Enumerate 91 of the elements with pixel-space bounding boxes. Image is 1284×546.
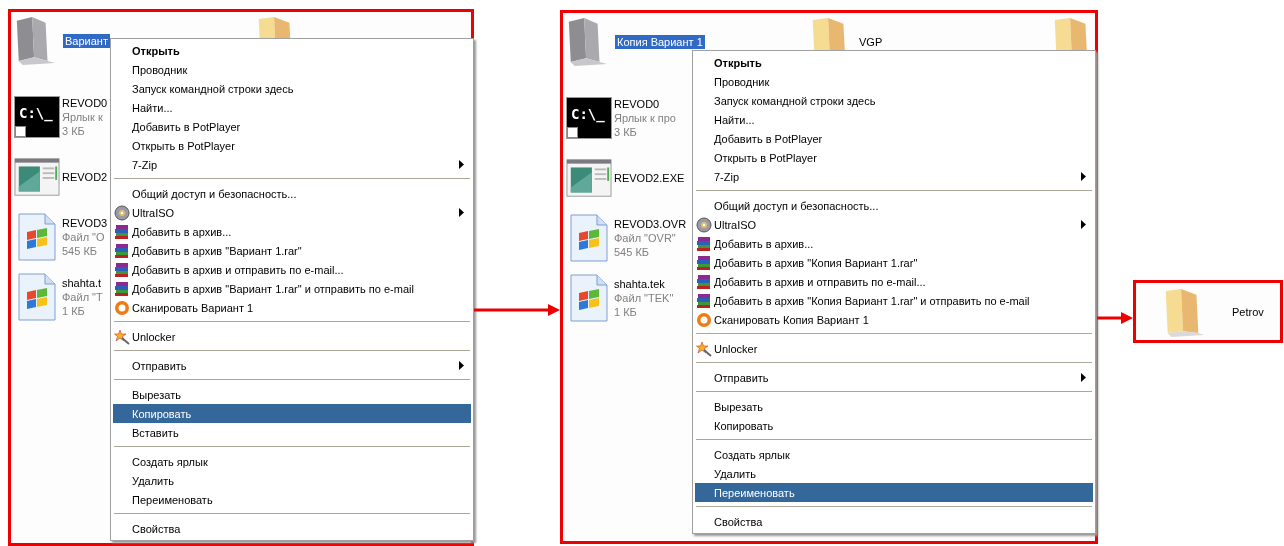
menu-item[interactable]: Запуск командной строки здесь: [695, 91, 1093, 110]
menu-item[interactable]: Общий доступ и безопасность...: [113, 184, 471, 203]
menu-item[interactable]: UltraISO: [113, 203, 471, 222]
books-icon: [696, 292, 712, 309]
menu-item[interactable]: Копировать: [695, 416, 1093, 435]
menu-item[interactable]: Удалить: [695, 464, 1093, 483]
menu-item[interactable]: Создать ярлык: [113, 452, 471, 471]
file-name: REVOD3.OVR: [614, 217, 687, 231]
menu-item[interactable]: Найти...: [695, 110, 1093, 129]
file-name: REVOD2: [62, 170, 108, 184]
menu-item[interactable]: Удалить: [113, 471, 471, 490]
menu-item[interactable]: Отправить: [695, 368, 1093, 387]
books-icon: [114, 261, 130, 278]
menu-item[interactable]: Копировать: [113, 404, 471, 423]
submenu-arrow-icon: [459, 361, 464, 370]
scan-icon: [114, 299, 130, 316]
file-detail: 3 КБ: [614, 125, 638, 139]
menu-item[interactable]: Открыть в PotPlayer: [695, 148, 1093, 167]
menu-item[interactable]: Добавить в архив и отправить по e-mail...: [113, 260, 471, 279]
menu-item[interactable]: Открыть: [113, 41, 471, 60]
menu-item[interactable]: Отправить: [113, 356, 471, 375]
submenu-arrow-icon: [459, 208, 464, 217]
folder-name[interactable]: VGP: [857, 35, 885, 49]
disc-icon: [696, 216, 712, 233]
file-detail: Файл "Т: [62, 290, 103, 304]
menu-item[interactable]: Переименовать: [695, 483, 1093, 502]
submenu-arrow-icon: [1081, 373, 1086, 382]
menu-item[interactable]: Добавить в архив...: [695, 234, 1093, 253]
file-detail: 3 КБ: [62, 124, 86, 138]
file-name: REVOD0: [62, 96, 108, 110]
menu-item[interactable]: UltraISO: [695, 215, 1093, 234]
menu-item[interactable]: Unlocker: [113, 327, 471, 346]
menu-item[interactable]: Добавить в архив "Копия Вариант 1.rar": [695, 253, 1093, 272]
command-prompt-icon[interactable]: C:\_: [14, 96, 60, 138]
file-name: REVOD3: [62, 216, 108, 230]
menu-item[interactable]: Запуск командной строки здесь: [113, 79, 471, 98]
menu-item[interactable]: Проводник: [113, 60, 471, 79]
file-detail: Файл "OVR": [614, 231, 677, 245]
file-detail: 545 КБ: [614, 245, 651, 259]
file-name: shahta.t: [62, 276, 103, 290]
scan-icon: [696, 311, 712, 328]
menu-item[interactable]: Вырезать: [113, 385, 471, 404]
menu-item[interactable]: Найти...: [113, 98, 471, 117]
magic-wand-icon: [696, 340, 712, 357]
file-name: REVOD2.EXE: [614, 171, 685, 185]
disc-icon: [114, 204, 130, 221]
menu-item[interactable]: Свойства: [113, 519, 471, 538]
books-icon: [696, 254, 712, 271]
menu-item[interactable]: Создать ярлык: [695, 445, 1093, 464]
menu-item[interactable]: Добавить в архив "Вариант 1.rar" и отправить по e-mail: [113, 279, 471, 298]
menu-item[interactable]: Сканировать Вариант 1: [113, 298, 471, 317]
menu-item[interactable]: Добавить в PotPlayer: [695, 129, 1093, 148]
file-name: shahta.tek: [614, 277, 666, 291]
file-name: REVOD0: [614, 97, 661, 111]
file-detail: Ярлык к про: [614, 111, 676, 125]
menu-item[interactable]: 7-Zip: [113, 155, 471, 174]
submenu-arrow-icon: [1081, 220, 1086, 229]
books-icon: [114, 280, 130, 297]
menu-item[interactable]: Проводник: [695, 72, 1093, 91]
menu-item[interactable]: Добавить в архив "Копия Вариант 1.rar" и отправить по e-mail: [695, 291, 1093, 310]
menu-item[interactable]: Открыть в PotPlayer: [113, 136, 471, 155]
menu-item[interactable]: Переименовать: [113, 490, 471, 509]
menu-item[interactable]: Вырезать: [695, 397, 1093, 416]
command-prompt-icon[interactable]: C:\_: [566, 97, 612, 139]
menu-item[interactable]: Добавить в архив и отправить по e-mail...: [695, 272, 1093, 291]
menu-item[interactable]: 7-Zip: [695, 167, 1093, 186]
file-detail: 545 КБ: [62, 244, 99, 258]
books-icon: [114, 242, 130, 259]
menu-item[interactable]: Добавить в PotPlayer: [113, 117, 471, 136]
menu-item[interactable]: Добавить в архив "Вариант 1.rar": [113, 241, 471, 260]
submenu-arrow-icon: [1081, 172, 1086, 181]
menu-item[interactable]: Вставить: [113, 423, 471, 442]
magic-wand-icon: [114, 328, 130, 345]
submenu-arrow-icon: [459, 160, 464, 169]
books-icon: [696, 273, 712, 290]
file-detail: Ярлык к: [62, 110, 104, 124]
folder-name[interactable]: Вариант: [63, 34, 110, 48]
file-detail: Файл "TEK": [614, 291, 674, 305]
menu-item[interactable]: Unlocker: [695, 339, 1093, 358]
folder-name[interactable]: Petrov: [1232, 305, 1264, 318]
menu-item[interactable]: Добавить в архив...: [113, 222, 471, 241]
books-icon: [114, 223, 130, 240]
file-detail: Файл "О: [62, 230, 106, 244]
file-detail: 1 КБ: [62, 304, 86, 318]
menu-item[interactable]: Свойства: [695, 512, 1093, 531]
folder-name[interactable]: Копия Вариант 1: [615, 35, 705, 49]
file-detail: 1 КБ: [614, 305, 638, 319]
menu-item[interactable]: Сканировать Копия Вариант 1: [695, 310, 1093, 329]
menu-item[interactable]: Открыть: [695, 53, 1093, 72]
menu-item[interactable]: Общий доступ и безопасность...: [695, 196, 1093, 215]
books-icon: [696, 235, 712, 252]
